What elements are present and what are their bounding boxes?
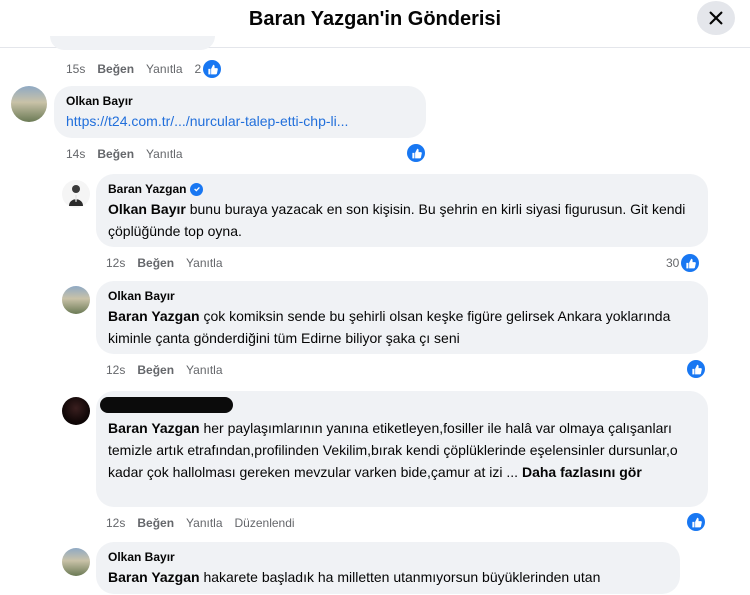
like-icon[interactable]: [687, 360, 705, 378]
like-button[interactable]: Beğen: [137, 516, 174, 530]
comment-author[interactable]: Olkan Bayır: [108, 289, 696, 303]
reply-button[interactable]: Yanıtla: [146, 147, 182, 161]
see-more-link[interactable]: Daha fazlasını gör: [522, 464, 642, 480]
comment-author-row: Baran Yazgan: [108, 182, 696, 196]
previous-comment-bubble: [50, 36, 215, 50]
comment-author[interactable]: Baran Yazgan: [108, 182, 186, 196]
like-icon: [681, 254, 700, 272]
comment-time[interactable]: 12s: [106, 256, 125, 270]
reaction-count[interactable]: 2: [195, 62, 202, 76]
comment-meta: 14s Beğen Yanıtla: [66, 147, 195, 161]
comment-text: Baran Yazgan hakarete başladık ha millet…: [108, 566, 668, 588]
comment-body: bunu buraya yazacak en son kişisin. Bu ş…: [108, 201, 686, 239]
mention[interactable]: Olkan Bayır: [108, 201, 186, 217]
close-icon: [709, 11, 723, 25]
previous-comment-meta: 15s Beğen Yanıtla 2: [66, 60, 222, 78]
mention[interactable]: Baran Yazgan: [108, 308, 200, 324]
like-button[interactable]: Beğen: [137, 256, 174, 270]
like-button[interactable]: Beğen: [97, 62, 134, 76]
avatar[interactable]: [62, 180, 90, 208]
edited-label[interactable]: Düzenlendi: [235, 516, 295, 530]
avatar[interactable]: [62, 548, 90, 576]
comment-author[interactable]: Olkan Bayır: [108, 550, 668, 564]
reply-button[interactable]: Yanıtla: [186, 256, 222, 270]
comment-link[interactable]: https://t24.com.tr/.../nurcular-talep-et…: [66, 110, 414, 132]
like-icon: [203, 60, 222, 78]
comment-text: Baran Yazgan her paylaşımlarının yanına …: [108, 417, 696, 483]
comment-text: Baran Yazgan çok komiksin sende bu şehir…: [108, 305, 696, 349]
verified-icon: [190, 182, 204, 196]
comment-meta: 12s Beğen Yanıtla: [106, 363, 235, 377]
avatar[interactable]: [62, 397, 90, 425]
redacted-author-name: [100, 397, 233, 413]
comment-body: hakarete başladık ha milletten utanmıyor…: [199, 569, 601, 585]
comment-bubble: Olkan Bayır https://t24.com.tr/.../nurcu…: [54, 86, 426, 138]
comment-time[interactable]: 12s: [106, 363, 125, 377]
dialog-title: Baran Yazgan'in Gönderisi: [248, 8, 502, 30]
avatar[interactable]: [62, 286, 90, 314]
comment-meta: 12s Beğen Yanıtla Düzenlendi: [106, 516, 307, 530]
comment-bubble: Olkan Bayır Baran Yazgan çok komiksin se…: [96, 281, 708, 354]
reply-button[interactable]: Yanıtla: [146, 62, 182, 76]
comment-bubble: Baran Yazgan Olkan Bayır bunu buraya yaz…: [96, 174, 708, 247]
comment-time[interactable]: 15s: [66, 62, 85, 76]
like-button[interactable]: Beğen: [137, 363, 174, 377]
reaction-summary[interactable]: 30: [666, 254, 700, 272]
like-icon[interactable]: [687, 513, 705, 531]
comment-text: Olkan Bayır bunu buraya yazacak en son k…: [108, 198, 696, 242]
avatar[interactable]: [11, 86, 47, 122]
like-icon[interactable]: [407, 144, 425, 162]
reaction-count[interactable]: 30: [666, 256, 679, 270]
reply-button[interactable]: Yanıtla: [186, 363, 222, 377]
reply-button[interactable]: Yanıtla: [186, 516, 222, 530]
like-button[interactable]: Beğen: [97, 147, 134, 161]
comment-bubble: Olkan Bayır Baran Yazgan hakarete başlad…: [96, 542, 680, 594]
comment-time[interactable]: 12s: [106, 516, 125, 530]
mention[interactable]: Baran Yazgan: [108, 420, 200, 436]
comment-time[interactable]: 14s: [66, 147, 85, 161]
comment-meta: 12s Beğen Yanıtla: [106, 256, 235, 270]
comment-author[interactable]: Olkan Bayır: [66, 94, 414, 108]
close-button[interactable]: [697, 1, 735, 35]
mention[interactable]: Baran Yazgan: [108, 569, 200, 585]
